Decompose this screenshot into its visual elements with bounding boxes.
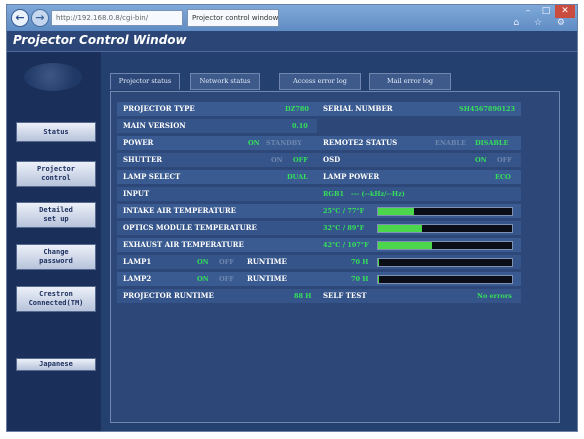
window-title: Projector Control Window <box>13 33 187 47</box>
serial-number-label: SERIAL NUMBER <box>323 104 393 113</box>
intake-temperature-label: INTAKE AIR TEMPERATURE <box>123 206 236 215</box>
osd-off: OFF <box>497 156 512 164</box>
row-power: POWER ON STANDBY REMOTE2 STATUS ENABLE D… <box>117 136 521 150</box>
tab-projector-status[interactable]: Projector status <box>110 73 180 90</box>
row-lamp2: LAMP2 ON OFF RUNTIME 70 H <box>117 272 521 286</box>
lamp2-runtime-label: RUNTIME <box>247 274 287 283</box>
maximize-icon[interactable]: □ <box>537 5 555 18</box>
osd-label: OSD <box>323 155 341 164</box>
lamp-power-label: LAMP POWER <box>323 172 380 181</box>
remote2-label: REMOTE2 STATUS <box>323 138 398 147</box>
optics-temperature-label: OPTICS MODULE TEMPERATURE <box>123 223 257 232</box>
optics-temperature-bar <box>377 224 513 233</box>
lamp1-off: OFF <box>219 258 234 266</box>
intake-temperature-bar <box>377 207 513 216</box>
exhaust-temperature-bar <box>377 241 513 250</box>
optics-temperature-value: 32°C / 89°F <box>323 224 365 232</box>
intake-temperature-fill <box>378 208 415 215</box>
status-button[interactable]: Status <box>16 122 96 142</box>
lamp2-runtime-value: 70 H <box>351 275 369 283</box>
input-frequency: --- (--kHz/--Hz) <box>351 190 405 198</box>
lamp1-runtime-fill <box>378 259 380 266</box>
main-content: Projector status Network status Access e… <box>101 52 577 431</box>
lamp-power-value: ECO <box>495 173 511 181</box>
lamp1-runtime-value: 70 H <box>351 258 369 266</box>
row-lamp1: LAMP1 ON OFF RUNTIME 70 H <box>117 255 521 269</box>
tab-access-error-log[interactable]: Access error log <box>279 73 361 90</box>
lamp1-runtime-bar <box>377 258 513 267</box>
lamp2-runtime-bar <box>377 275 513 284</box>
projector-type-label: PROJECTOR TYPE <box>123 104 195 113</box>
toolbar-icons[interactable]: ⌂ ☆ ⚙ <box>513 18 571 28</box>
browser-tab[interactable]: Projector control window <box>187 9 279 27</box>
exhaust-temperature-fill <box>378 242 432 249</box>
shutter-off: OFF <box>293 156 308 164</box>
lamp-select-label: LAMP SELECT <box>123 172 181 181</box>
remote2-enable: ENABLE <box>435 139 466 147</box>
shutter-label: SHUTTER <box>123 155 163 164</box>
row-input: INPUT RGB1 --- (--kHz/--Hz) <box>117 187 521 201</box>
window-title-bar: Projector Control Window <box>7 31 577 52</box>
lamp2-off: OFF <box>219 275 234 283</box>
self-test-label: SELF TEST <box>323 291 367 300</box>
logo-icon <box>24 63 82 91</box>
minimize-icon[interactable]: – <box>519 5 537 18</box>
browser-window: ← → http://192.168.0.8/cgi-bin/ Projecto… <box>6 4 578 432</box>
change-password-button[interactable]: Change password <box>16 244 96 270</box>
row-runtime-selftest: PROJECTOR RUNTIME 88 H SELF TEST No erro… <box>117 289 521 303</box>
serial-number-value: SH4567890123 <box>459 105 516 113</box>
power-standby: STANDBY <box>266 139 302 147</box>
status-panel: PROJECTOR TYPE DZ780 SERIAL NUMBER SH456… <box>110 91 560 423</box>
address-bar[interactable]: http://192.168.0.8/cgi-bin/ <box>51 10 183 26</box>
projector-type-value: DZ780 <box>285 105 309 113</box>
row-exhaust-temperature: EXHAUST AIR TEMPERATURE 42°C / 107°F <box>117 238 521 252</box>
row-lamp-select: LAMP SELECT DUAL LAMP POWER ECO <box>117 170 521 184</box>
detailed-setup-button[interactable]: Detailed set up <box>16 202 96 228</box>
input-value: RGB1 <box>323 190 344 198</box>
row-main-version: MAIN VERSION 0.10 <box>117 119 317 133</box>
main-version-label: MAIN VERSION <box>123 121 186 130</box>
lamp-select-value: DUAL <box>287 173 308 181</box>
main-version-value: 0.10 <box>292 122 308 130</box>
sidebar: Status Projector control Detailed set up… <box>7 52 101 431</box>
shutter-on: ON <box>271 156 283 164</box>
close-icon[interactable]: ✕ <box>555 5 575 18</box>
exhaust-temperature-value: 42°C / 107°F <box>323 241 369 249</box>
lamp2-runtime-fill <box>378 276 380 283</box>
lamp1-on: ON <box>197 258 209 266</box>
projector-runtime-label: PROJECTOR RUNTIME <box>123 291 214 300</box>
remote2-disable: DISABLE <box>475 139 509 147</box>
power-label: POWER <box>123 138 154 147</box>
self-test-value: No errors <box>477 292 512 300</box>
projector-control-button[interactable]: Projector control <box>16 161 96 187</box>
browser-toolbar: ← → http://192.168.0.8/cgi-bin/ Projecto… <box>7 5 577 31</box>
input-label: INPUT <box>123 189 150 198</box>
lamp1-runtime-label: RUNTIME <box>247 257 287 266</box>
row-projector-type: PROJECTOR TYPE DZ780 SERIAL NUMBER SH456… <box>117 102 521 116</box>
crestron-connected-button[interactable]: Crestron Connected(TM) <box>16 286 96 312</box>
osd-on: ON <box>475 156 487 164</box>
back-icon[interactable]: ← <box>11 9 29 27</box>
japanese-button[interactable]: Japanese <box>16 358 96 371</box>
projector-runtime-value: 88 H <box>294 292 312 300</box>
row-intake-temperature: INTAKE AIR TEMPERATURE 25°C / 77°F <box>117 204 521 218</box>
row-shutter: SHUTTER ON OFF OSD ON OFF <box>117 153 521 167</box>
forward-icon[interactable]: → <box>31 9 49 27</box>
lamp2-label: LAMP2 <box>123 274 152 283</box>
intake-temperature-value: 25°C / 77°F <box>323 207 365 215</box>
power-on: ON <box>248 139 260 147</box>
tab-mail-error-log[interactable]: Mail error log <box>369 73 451 90</box>
tab-network-status[interactable]: Network status <box>190 73 260 90</box>
optics-temperature-fill <box>378 225 423 232</box>
exhaust-temperature-label: EXHAUST AIR TEMPERATURE <box>123 240 244 249</box>
row-optics-temperature: OPTICS MODULE TEMPERATURE 32°C / 89°F <box>117 221 521 235</box>
lamp2-on: ON <box>197 275 209 283</box>
lamp1-label: LAMP1 <box>123 257 152 266</box>
